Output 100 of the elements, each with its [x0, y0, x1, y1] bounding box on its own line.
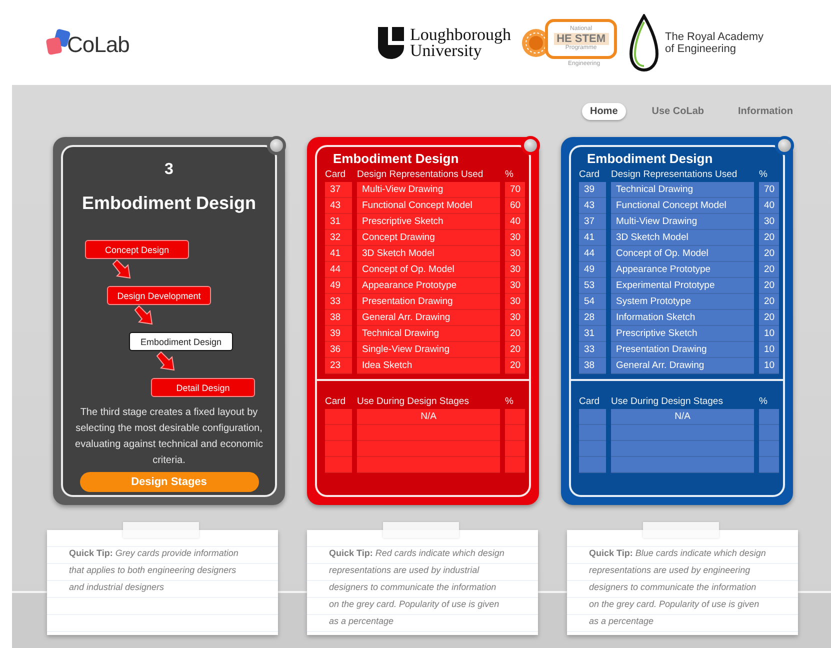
table-cell: 44	[579, 246, 606, 262]
table-cell: 33	[325, 294, 352, 310]
table-cell: 60	[505, 198, 525, 214]
table-cell: System Prototype	[611, 294, 754, 310]
table-cell	[505, 425, 525, 441]
table-cell	[759, 409, 779, 425]
table-cell	[505, 409, 525, 425]
column-header: %	[759, 396, 768, 409]
table-cell: 20	[505, 342, 525, 358]
table-cell: 37	[325, 182, 352, 198]
design-stages-button[interactable]: Design Stages	[80, 472, 258, 492]
table-cell: 32	[325, 230, 352, 246]
table-cell: 43	[325, 198, 352, 214]
shield-icon	[378, 26, 404, 58]
table-cell: 41	[325, 246, 352, 262]
card-title: Embodiment Design	[82, 193, 256, 214]
table-cell: 31	[579, 326, 606, 342]
table-cell: 10	[759, 342, 779, 358]
card-title: Embodiment Design	[586, 150, 714, 166]
table-cell: Idea Sketch	[357, 358, 500, 374]
table-cell: Appearance Prototype	[357, 278, 500, 294]
table-cell	[325, 441, 352, 457]
table-cell: 31	[325, 214, 352, 230]
stage-box: Embodiment Design	[129, 332, 233, 351]
logo-text: Loughborough	[410, 26, 512, 42]
table-cell: 40	[505, 214, 525, 230]
table-cell	[505, 457, 525, 473]
column-header: Use During Design Stages	[357, 396, 470, 409]
table-cell: 40	[759, 198, 779, 214]
logo-text: HE STEM	[554, 32, 608, 44]
tip-text: Quick Tip: Grey cards provide information that applies to both engineering designers and industrial designers	[69, 547, 240, 594]
stage-box: Design Development	[107, 286, 211, 305]
table-cell: Functional Concept Model	[611, 198, 754, 214]
nav-link[interactable]: Use CoLab	[644, 102, 712, 120]
table-cell	[505, 441, 525, 457]
table-cell: Single-View Drawing	[357, 342, 500, 358]
table-cell: 41	[579, 230, 606, 246]
logo-text: University	[410, 42, 482, 58]
table-cell: 54	[579, 294, 606, 310]
column-header: %	[759, 169, 768, 182]
column-header: %	[505, 396, 514, 409]
table-cell: Prescriptive Sketch	[611, 326, 754, 342]
table-cell: Multi-View Drawing	[611, 214, 754, 230]
table-cell: Presentation Drawing	[357, 294, 500, 310]
table-cell: General Arr. Drawing	[611, 358, 754, 374]
table-cell	[759, 457, 779, 473]
table-cell: Technical Drawing	[357, 326, 500, 342]
table-cell: 44	[325, 262, 352, 278]
tip-text: Quick Tip: Red cards indicate which design representations are used by industrial designers to communicate the information on the grey card. Popularity of use is given as a percentage	[329, 547, 506, 628]
logo-text: CoLab	[67, 32, 130, 58]
table-cell	[759, 425, 779, 441]
table-cell: 10	[759, 358, 779, 374]
table-cell: 38	[579, 358, 606, 374]
table-cell: 20	[505, 358, 525, 374]
table-cell: 20	[759, 294, 779, 310]
table-cell: 49	[579, 262, 606, 278]
table-cell: 30	[759, 214, 779, 230]
column-header: %	[505, 169, 514, 182]
table-cell: 28	[579, 310, 606, 326]
table-cell: 30	[505, 246, 525, 262]
table-cell: 70	[505, 182, 525, 198]
logo-text: of Engineering	[665, 42, 737, 54]
table-cell: 37	[579, 214, 606, 230]
column-header: Card	[579, 169, 601, 182]
stage-number: 3	[164, 161, 174, 179]
stage-box: Concept Design	[85, 240, 189, 259]
table-cell: Information Sketch	[611, 310, 754, 326]
table-cell: 20	[759, 310, 779, 326]
table-cell	[579, 425, 606, 441]
table-cell: 20	[759, 262, 779, 278]
table-cell	[759, 441, 779, 457]
table-cell: Appearance Prototype	[611, 262, 754, 278]
table-cell: 39	[325, 326, 352, 342]
table-cell: 30	[505, 230, 525, 246]
table-cell: 49	[325, 278, 352, 294]
table-cell: 30	[505, 310, 525, 326]
table-cell: 3D Sketch Model	[611, 230, 754, 246]
column-header: Card	[325, 396, 347, 409]
table-cell: Technical Drawing	[611, 182, 754, 198]
table-cell: 20	[505, 326, 525, 342]
column-header: Design Representations Used	[357, 169, 484, 182]
column-header: Card	[325, 169, 347, 182]
table-cell: N/A	[357, 409, 500, 425]
table-cell: 43	[579, 198, 606, 214]
table-cell: Concept Drawing	[357, 230, 500, 246]
table-cell	[325, 457, 352, 473]
table-cell: 10	[759, 326, 779, 342]
table-cell: Multi-View Drawing	[357, 182, 500, 198]
nav-link[interactable]: Information	[730, 102, 801, 120]
table-cell: 53	[579, 278, 606, 294]
table-cell: Prescriptive Sketch	[357, 214, 500, 230]
stage-description: The third stage creates a fixed layout by selecting the most desirable configuration, evaluating against technical and economic criteria.	[74, 406, 264, 468]
table-cell	[579, 409, 606, 425]
egg-icon	[629, 14, 660, 72]
column-header: Card	[579, 396, 601, 409]
table-cell: 20	[759, 230, 779, 246]
table-cell: Concept of Op. Model	[357, 262, 500, 278]
tip-text: Quick Tip: Blue cards indicate which design representations are used by engineering designers to communicate the information on the grey card. Popularity of use is given as a percentage	[589, 547, 767, 628]
table-cell: 20	[759, 278, 779, 294]
nav-link[interactable]: Home	[582, 102, 626, 120]
